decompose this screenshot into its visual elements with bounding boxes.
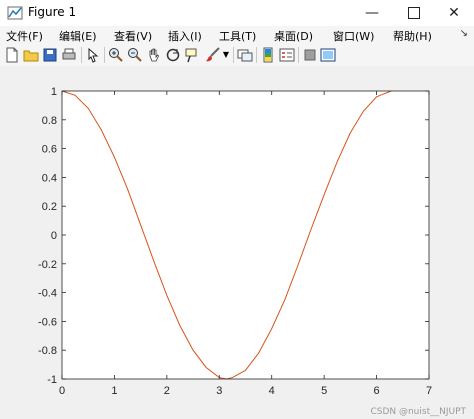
hide-plot-tools-icon[interactable]: [302, 47, 318, 63]
window-title: Figure 1: [28, 5, 77, 19]
matlab-figure-icon: [7, 6, 23, 20]
y-tick-label: 0.4: [42, 172, 57, 184]
x-tick-label: 4: [269, 385, 275, 397]
toolbar-separator: [298, 47, 299, 63]
maximize-icon: [408, 7, 420, 19]
x-tick-label: 1: [111, 385, 117, 397]
menu-desktop[interactable]: 桌面(D): [274, 28, 313, 44]
open-file-icon[interactable]: [23, 47, 39, 63]
data-cursor-icon[interactable]: [184, 47, 200, 63]
select-arrow-icon[interactable]: [85, 47, 101, 63]
minimize-button[interactable]: —: [352, 0, 392, 26]
y-tick-label: 0.2: [42, 201, 57, 213]
print-icon[interactable]: [61, 47, 77, 63]
save-icon[interactable]: [42, 47, 58, 63]
x-tick-label: 0: [59, 385, 65, 397]
y-tick-label: -0.2: [38, 259, 57, 271]
close-icon: ✕: [448, 5, 460, 21]
close-button[interactable]: ✕: [434, 0, 474, 26]
menu-file[interactable]: 文件(F): [6, 28, 43, 44]
menu-bar: 文件(F) 编辑(E) 查看(V) 插入(I) 工具(T) 桌面(D) 窗口(W…: [0, 26, 474, 44]
x-tick-label: 6: [374, 385, 380, 397]
rotate-3d-icon[interactable]: [165, 47, 181, 63]
y-tick-label: -0.8: [38, 345, 57, 357]
watermark: CSDN @nuist__NJUPT: [370, 407, 466, 417]
y-tick-label: 0.6: [42, 144, 57, 156]
link-plot-icon[interactable]: [237, 47, 253, 63]
y-tick-label: -1: [47, 374, 57, 386]
new-figure-icon[interactable]: [4, 47, 20, 63]
menu-view[interactable]: 查看(V): [114, 28, 152, 44]
menu-tools[interactable]: 工具(T): [219, 28, 256, 44]
y-tick-label: 0: [51, 230, 57, 242]
menu-help[interactable]: 帮助(H): [393, 28, 432, 44]
legend-icon[interactable]: [279, 47, 295, 63]
toolbar-separator: [104, 47, 105, 63]
menu-edit[interactable]: 编辑(E): [59, 28, 97, 44]
zoom-out-icon[interactable]: [127, 47, 143, 63]
zoom-in-icon[interactable]: [108, 47, 124, 63]
title-bar: Figure 1 — ✕: [0, 0, 474, 27]
y-tick-label: -0.6: [38, 316, 57, 328]
x-tick-label: 3: [216, 385, 222, 397]
show-plot-tools-icon[interactable]: [320, 47, 336, 63]
plot-area: [62, 91, 429, 379]
figure-canvas[interactable]: 0 1 2 3 4 5 6 7 1 0.8 0.6 0.4 0.2 0 -0.2 -0.4 -0.6 -0.8 -1…: [0, 66, 474, 419]
brush-dropdown-icon[interactable]: ▼: [222, 47, 230, 63]
dock-arrow-icon[interactable]: ↘: [460, 28, 468, 39]
menu-insert[interactable]: 插入(I): [168, 28, 202, 44]
menu-window[interactable]: 窗口(W): [333, 28, 374, 44]
x-tick-label: 5: [321, 385, 327, 397]
y-tick-label: 0.8: [42, 115, 57, 127]
maximize-button[interactable]: [394, 0, 434, 26]
y-tick-label: 1: [51, 86, 57, 98]
toolbar: ▼: [0, 44, 474, 67]
x-tick-label: 2: [164, 385, 170, 397]
axes-chart[interactable]: 0 1 2 3 4 5 6 7 1 0.8 0.6 0.4 0.2 0 -0.2 -0.4 -0.6 -0.8 -1: [0, 66, 474, 419]
toolbar-separator: [81, 47, 82, 63]
y-tick-label: -0.4: [38, 288, 57, 300]
x-tick-label: 7: [426, 385, 432, 397]
minimize-icon: —: [365, 5, 379, 21]
toolbar-separator: [256, 47, 257, 63]
brush-icon[interactable]: [205, 47, 221, 63]
colorbar-icon[interactable]: [260, 47, 276, 63]
toolbar-separator: [233, 47, 234, 63]
pan-hand-icon[interactable]: [146, 47, 162, 63]
